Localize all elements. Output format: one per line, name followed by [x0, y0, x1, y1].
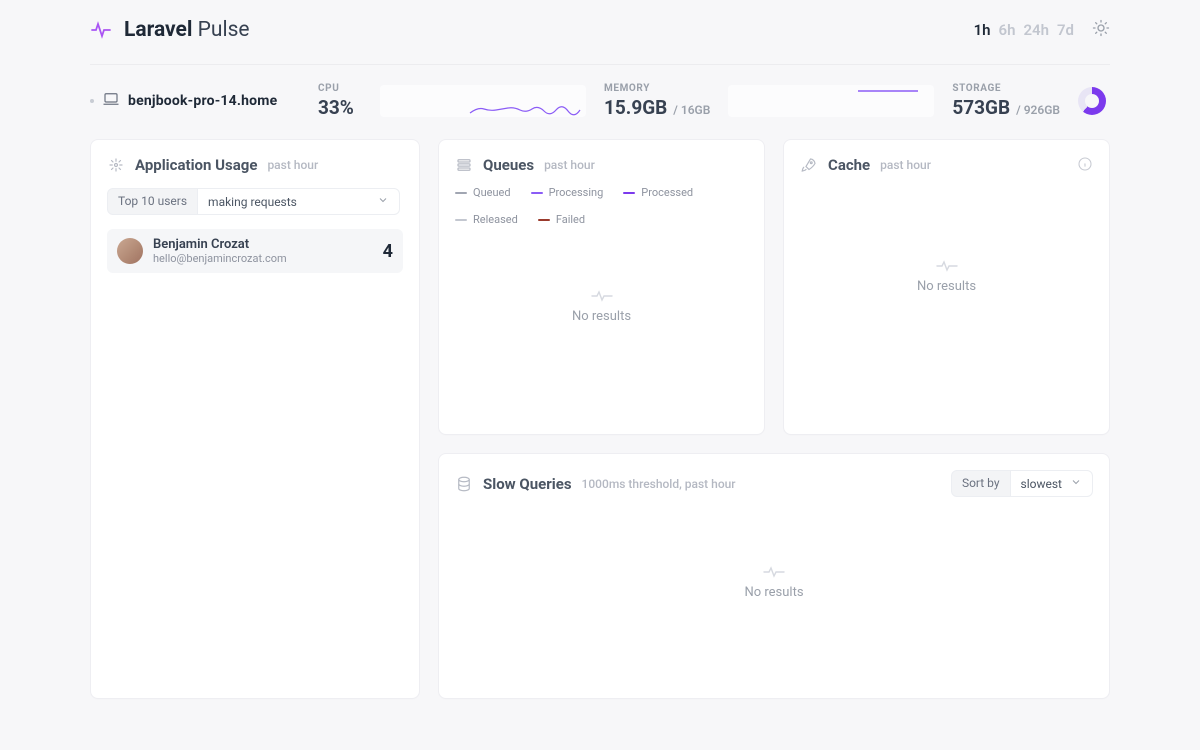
- legend-item: Queued: [455, 186, 511, 199]
- usage-subtitle: past hour: [267, 158, 318, 172]
- brand-text: Laravel Pulse: [124, 18, 250, 42]
- brand-strong: Laravel: [124, 18, 192, 42]
- rocket-icon: [800, 156, 818, 174]
- legend-swatch-icon: [455, 219, 467, 221]
- sort-label: Sort by: [951, 470, 1011, 497]
- sun-icon: [1092, 19, 1110, 41]
- brand: Laravel Pulse: [90, 18, 250, 42]
- queues-empty-text: No results: [572, 309, 631, 324]
- cache-empty-text: No results: [917, 279, 976, 294]
- queues-empty-state: No results: [455, 226, 748, 386]
- cache-title: Cache: [828, 156, 870, 174]
- sort-value: slowest: [1021, 477, 1062, 491]
- status-dot-icon: [90, 99, 94, 103]
- legend-swatch-icon: [623, 192, 635, 194]
- memory-total: / 16GB: [673, 103, 710, 117]
- sort-select[interactable]: slowest: [1011, 470, 1093, 497]
- chevron-down-icon: [1070, 476, 1082, 491]
- cpu-value: 33%: [318, 96, 362, 119]
- info-icon[interactable]: [1077, 156, 1093, 176]
- usage-filter-select[interactable]: making requests: [198, 188, 400, 215]
- legend-label: Failed: [556, 213, 585, 226]
- slow-empty-state: No results: [455, 497, 1093, 667]
- legend-item: Failed: [538, 213, 585, 226]
- storage-label: STORAGE: [952, 83, 1060, 94]
- slow-subtitle: 1000ms threshold, past hour: [582, 477, 736, 491]
- avatar: [117, 238, 143, 264]
- server-metrics-row: benjbook-pro-14.home CPU 33% MEMORY 15.9…: [90, 65, 1110, 133]
- slow-queries-card: Slow Queries 1000ms threshold, past hour…: [438, 453, 1110, 699]
- legend-label: Processed: [641, 186, 693, 199]
- application-usage-card: Application Usage past hour Top 10 users…: [90, 139, 420, 699]
- cpu-label: CPU: [318, 83, 362, 94]
- slow-empty-text: No results: [744, 585, 803, 600]
- database-icon: [455, 475, 473, 493]
- usage-filter-label: Top 10 users: [107, 188, 198, 215]
- queues-card: Queues past hour Queued Processing Process…: [438, 139, 765, 435]
- legend-swatch-icon: [455, 192, 467, 194]
- legend-swatch-icon: [538, 219, 550, 221]
- cpu-sparkline: [380, 85, 586, 117]
- queues-legend: Queued Processing Processed Released Failed: [455, 186, 748, 226]
- storage-total: / 926GB: [1016, 103, 1060, 117]
- legend-item: Released: [455, 213, 518, 226]
- storage-donut-icon: [1078, 87, 1106, 115]
- cache-empty-state: No results: [800, 176, 1093, 376]
- topbar: Laravel Pulse 1h 6h 24h 7d: [90, 18, 1110, 65]
- memory-value: 15.9GB: [604, 96, 667, 119]
- time-tab-1h[interactable]: 1h: [974, 21, 991, 39]
- queues-title: Queues: [483, 156, 534, 174]
- memory-sparkline: [728, 85, 934, 117]
- usage-title: Application Usage: [135, 156, 257, 174]
- chevron-down-icon: [377, 194, 389, 209]
- time-tab-6h[interactable]: 6h: [999, 21, 1016, 39]
- cache-card: Cache past hour No results: [783, 139, 1110, 435]
- storage-value: 573GB: [952, 96, 1010, 119]
- queues-icon: [455, 156, 473, 174]
- legend-label: Queued: [473, 186, 511, 199]
- laptop-icon: [102, 90, 120, 112]
- queues-subtitle: past hour: [544, 158, 595, 172]
- user-name: Benjamin Crozat: [153, 237, 373, 252]
- user-email: hello@benjamincrozat.com: [153, 252, 373, 265]
- theme-toggle-button[interactable]: [1092, 19, 1110, 41]
- legend-item: Processing: [531, 186, 604, 199]
- pulse-logo-icon: [90, 18, 114, 42]
- legend-swatch-icon: [531, 192, 543, 194]
- legend-label: Processing: [549, 186, 604, 199]
- server-name: benjbook-pro-14.home: [128, 93, 277, 109]
- time-tab-24h[interactable]: 24h: [1023, 21, 1049, 39]
- brand-light: Pulse: [198, 18, 250, 42]
- time-range-tabs: 1h 6h 24h 7d: [974, 21, 1074, 39]
- legend-item: Processed: [623, 186, 693, 199]
- legend-label: Released: [473, 213, 518, 226]
- user-row[interactable]: Benjamin Crozat hello@benjamincrozat.com…: [107, 229, 403, 273]
- cache-subtitle: past hour: [880, 158, 931, 172]
- usage-icon: [107, 156, 125, 174]
- usage-filter-value: making requests: [208, 195, 297, 209]
- memory-label: MEMORY: [604, 83, 710, 94]
- slow-title: Slow Queries: [483, 475, 572, 493]
- user-count: 4: [383, 241, 393, 262]
- time-tab-7d[interactable]: 7d: [1057, 21, 1074, 39]
